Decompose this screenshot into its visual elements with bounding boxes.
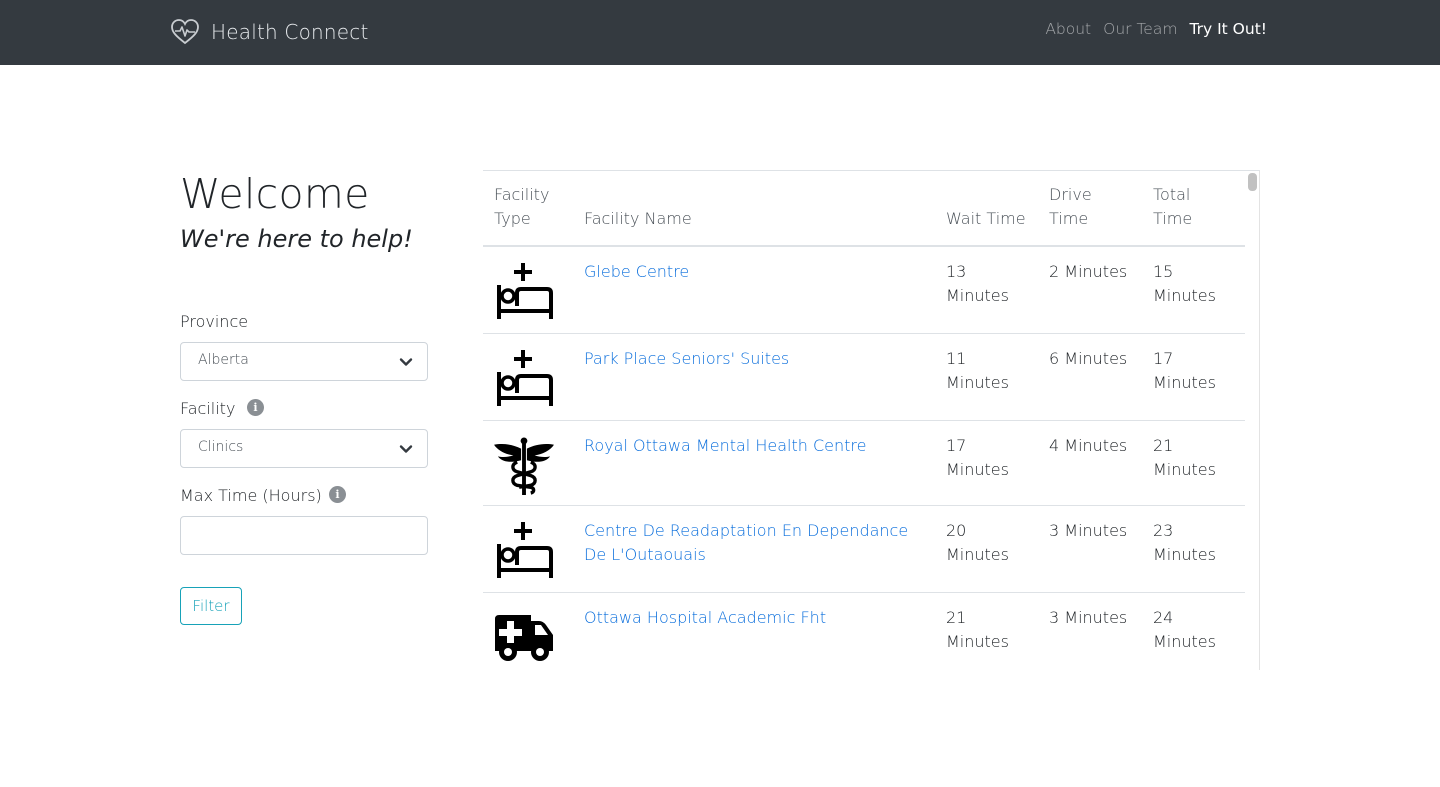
facility-name-cell: Centre De Readaptation En Dependance De … [573,505,935,593]
ambulance-icon [495,614,553,661]
drive-time-cell: 6 Minutes [1038,333,1142,421]
page-subtitle: We're here to help! [180,225,413,253]
table-row: Park Place Seniors' Suites 11 Minutes 6 … [483,333,1245,421]
facility-name-cell: Royal Ottawa Mental Health Centre [573,420,935,506]
table-header-row: Facility Type Facility Name Wait Time Dr… [483,171,1245,247]
table-row: Royal Ottawa Mental Health Centre 17 Min… [483,420,1245,506]
chevron-down-icon [399,358,413,366]
table-row: Ottawa Hospital Academic Fht 21 Minutes … [483,592,1245,670]
drive-time-cell: 3 Minutes [1038,592,1142,670]
filter-button[interactable]: Filter [180,587,242,625]
scrollbar-thumb[interactable] [1248,173,1257,191]
results-table: Facility Type Facility Name Wait Time Dr… [483,171,1245,670]
total-time-cell: 24 Minutes [1142,592,1245,670]
caduceus-icon [494,436,554,495]
total-time-cell: 23 Minutes [1142,505,1245,593]
chevron-down-icon [399,445,413,453]
facility-type-cell [483,246,573,334]
drive-time-cell: 3 Minutes [1038,505,1142,593]
facility-link[interactable]: Ottawa Hospital Academic Fht [584,608,826,627]
nav-links: About Our Team Try It Out! [1035,20,1267,38]
max-time-input[interactable] [180,516,428,555]
results-table-panel: Facility Type Facility Name Wait Time Dr… [483,170,1260,670]
hospital-bed-icon [497,349,553,406]
province-label: Province [180,312,249,331]
navbar: Health Connect About Our Team Try It Out… [0,0,1440,65]
facility-link[interactable]: Park Place Seniors' Suites [584,349,789,368]
wait-time-cell: 13 Minutes [935,246,1038,334]
facility-type-cell [483,592,573,670]
heart-pulse-icon [171,19,199,45]
hospital-bed-icon [497,263,553,319]
wait-time-cell: 11 Minutes [935,333,1038,421]
wait-time-cell: 21 Minutes [935,592,1038,670]
facility-label: Facility [180,399,236,418]
province-selected-value: Alberta [198,352,249,368]
facility-type-cell [483,420,573,506]
drive-time-cell: 4 Minutes [1038,420,1142,506]
table-row: Glebe Centre 13 Minutes 2 Minutes 15 Min… [483,246,1245,334]
info-icon[interactable]: i [247,399,264,416]
facility-name-cell: Glebe Centre [573,246,935,334]
facility-type-cell [483,505,573,593]
facility-link[interactable]: Glebe Centre [584,262,689,281]
max-time-label: Max Time (Hours) [180,486,322,505]
brand-name: Health Connect [211,20,369,44]
wait-time-cell: 17 Minutes [935,420,1038,506]
facility-type-cell [483,333,573,421]
facility-name-cell: Park Place Seniors' Suites [573,333,935,421]
column-header-name: Facility Name [573,171,935,247]
column-header-total: Total Time [1142,171,1245,247]
province-select[interactable]: Alberta [180,342,428,381]
hospital-bed-icon [497,521,553,578]
facility-link[interactable]: Royal Ottawa Mental Health Centre [584,436,866,455]
total-time-cell: 15 Minutes [1142,246,1245,334]
nav-link-try-it-out[interactable]: Try It Out! [1189,20,1267,38]
column-header-drive: Drive Time [1038,171,1142,247]
info-icon[interactable]: i [329,486,346,503]
total-time-cell: 17 Minutes [1142,333,1245,421]
table-row: Centre De Readaptation En Dependance De … [483,505,1245,593]
column-header-wait: Wait Time [935,171,1038,247]
facility-selected-value: Clinics [198,439,244,455]
nav-link-our-team[interactable]: Our Team [1103,20,1177,38]
facility-name-cell: Ottawa Hospital Academic Fht [573,592,935,670]
drive-time-cell: 2 Minutes [1038,246,1142,334]
facility-link[interactable]: Centre De Readaptation En Dependance De … [584,521,908,564]
nav-link-about[interactable]: About [1045,20,1091,38]
brand-link[interactable]: Health Connect [170,16,369,48]
facility-select[interactable]: Clinics [180,429,428,468]
wait-time-cell: 20 Minutes [935,505,1038,593]
total-time-cell: 21 Minutes [1142,420,1245,506]
page-title: Welcome [180,170,370,218]
column-header-type: Facility Type [483,171,573,247]
